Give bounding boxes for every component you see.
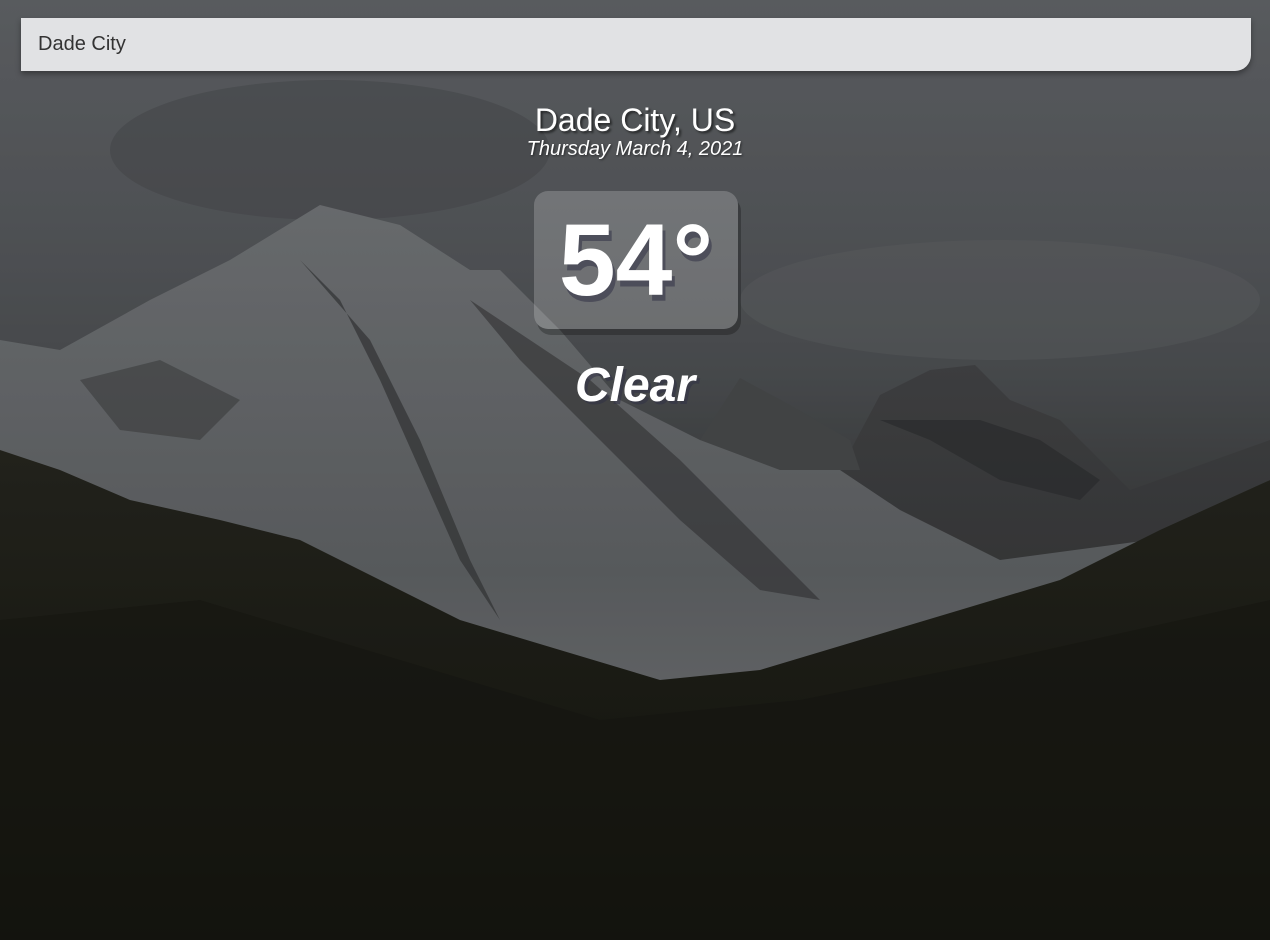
temperature-box: 54° (534, 191, 738, 329)
weather-app: Dade City, US Thursday March 4, 2021 54°… (0, 0, 1270, 940)
location-name: Dade City, US (534, 102, 736, 138)
temperature-value: 54° (558, 203, 714, 317)
search-box[interactable] (21, 18, 1251, 71)
search-input[interactable] (36, 32, 1236, 57)
current-date: Thursday March 4, 2021 (526, 138, 744, 160)
location-box: Dade City, US Thursday March 4, 2021 (0, 100, 1270, 160)
weather-condition: Clear (574, 359, 696, 412)
